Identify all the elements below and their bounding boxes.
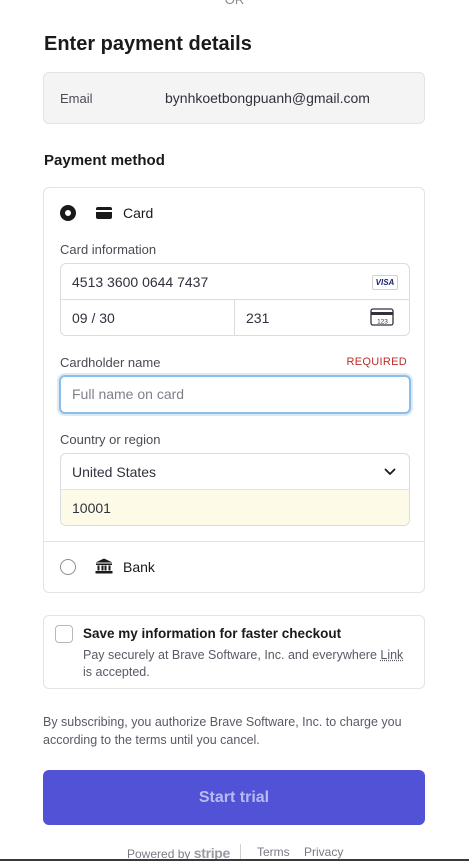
divider (240, 844, 241, 859)
save-info-panel: Save my information for faster checkout … (43, 615, 425, 689)
chevron-down-icon (384, 468, 396, 475)
credit-card-icon (96, 207, 112, 219)
country-group: United States 10001 (60, 453, 410, 526)
save-info-description: Pay securely at Brave Software, Inc. and… (83, 647, 413, 681)
cardholder-name-input[interactable]: Full name on card (59, 375, 411, 414)
save-info-desc-end: is accepted. (83, 665, 150, 679)
country-value: United States (72, 464, 157, 480)
subscription-notice: By subscribing, you authorize Brave Soft… (43, 715, 402, 747)
bank-radio[interactable] (60, 559, 76, 575)
zip-input[interactable]: 10001 (61, 489, 409, 525)
save-info-desc-text: Pay securely at Brave Software, Inc. and… (83, 648, 381, 662)
card-number-input[interactable]: 4513 3600 0644 7437 (72, 274, 208, 290)
card-option-label[interactable]: Card (123, 205, 153, 221)
card-information-label: Card information (60, 242, 157, 257)
start-trial-button[interactable]: Start trial (43, 770, 425, 825)
save-info-title[interactable]: Save my information for faster checkout (83, 626, 341, 641)
cvc-card-icon: 123 (370, 308, 394, 326)
link-link[interactable]: Link (380, 648, 403, 662)
cardholder-name-label: Cardholder name (60, 355, 161, 370)
payment-method-panel: Card Card information 4513 3600 0644 743… (43, 187, 425, 593)
page-title: Enter payment details (44, 33, 252, 55)
divider (234, 300, 235, 336)
card-information-group: 4513 3600 0644 7437 VISA 09 / 30 231 123 (60, 263, 410, 336)
required-badge: REQUIRED (346, 356, 407, 368)
divider (61, 299, 409, 300)
card-radio[interactable] (60, 205, 76, 221)
cvc-input[interactable]: 231 (246, 310, 269, 326)
or-divider-text: OR (0, 0, 469, 7)
terms-link[interactable]: Terms (257, 845, 290, 859)
bank-option-label[interactable]: Bank (123, 559, 155, 575)
country-label: Country or region (60, 432, 161, 447)
email-label: Email (60, 91, 93, 106)
email-row: Email bynhkoetbongpuanh@gmail.com (43, 72, 425, 124)
save-info-checkbox[interactable] (55, 625, 73, 643)
payment-method-heading: Payment method (44, 152, 165, 169)
zip-value: 10001 (72, 500, 111, 516)
privacy-link[interactable]: Privacy (304, 845, 343, 859)
divider (44, 541, 424, 542)
bank-icon (95, 558, 113, 574)
expiry-input[interactable]: 09 / 30 (72, 310, 115, 326)
email-value: bynhkoetbongpuanh@gmail.com (165, 90, 370, 106)
cvc-icon-text: 123 (377, 319, 388, 326)
visa-icon: VISA (372, 275, 398, 290)
cardholder-name-placeholder: Full name on card (72, 386, 185, 402)
